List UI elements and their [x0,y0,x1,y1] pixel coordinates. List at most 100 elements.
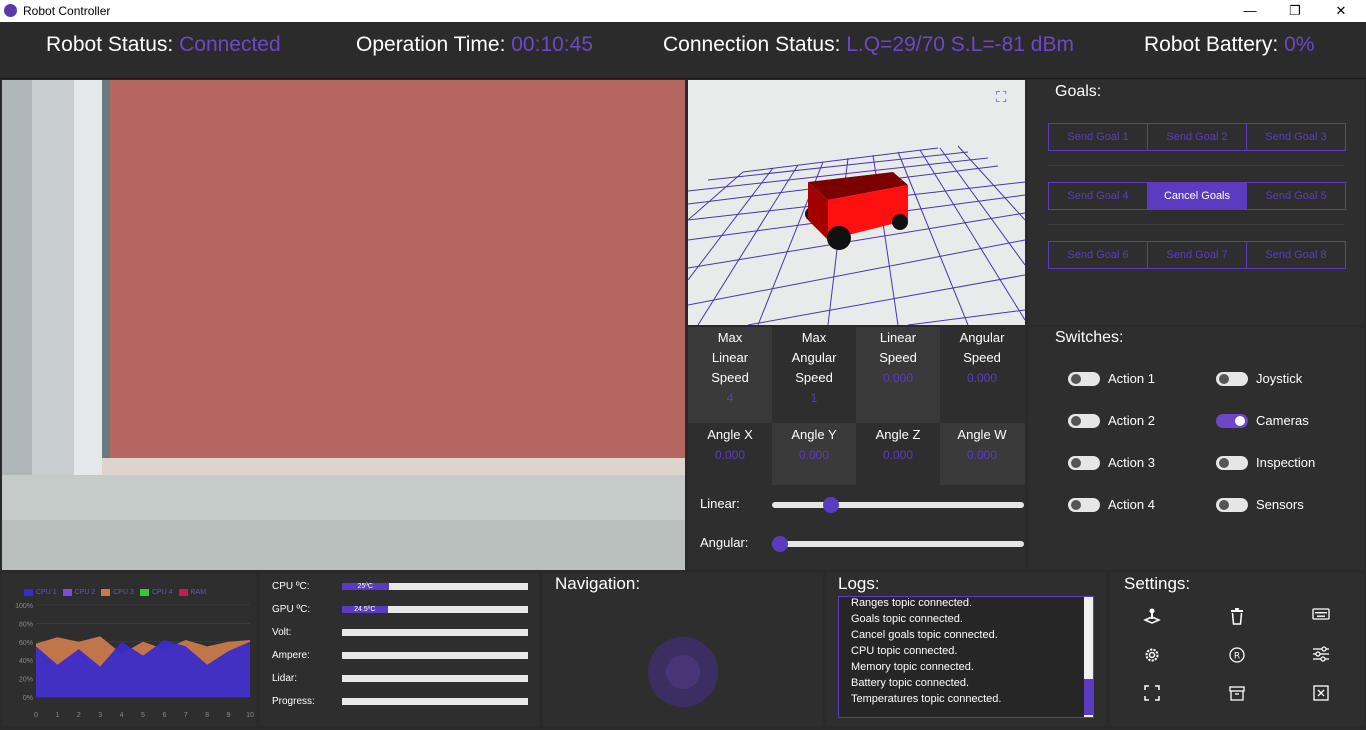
toggle-switch[interactable] [1068,413,1100,428]
send-goal-3-button[interactable]: Send Goal 3 [1247,124,1345,150]
switch-cameras[interactable]: Cameras [1216,413,1309,428]
log-line: Cancel goals topic connected. [851,629,998,641]
maximize-button[interactable]: ❐ [1272,0,1318,22]
window-title: Robot Controller [23,4,111,18]
x-tick-label: 7 [184,712,188,719]
navigation-panel: Navigation: [543,573,823,726]
trash-icon[interactable] [1227,607,1247,627]
settings-title: Settings: [1124,574,1191,593]
x-tick-label: 10 [246,712,254,719]
close-box-icon[interactable] [1311,685,1331,705]
keyboard-icon[interactable] [1311,607,1331,627]
switch-action-3[interactable]: Action 3 [1068,455,1155,470]
operation-time: Operation Time: 00:10:45 [356,33,593,57]
switch-label: Inspection [1256,455,1316,470]
operation-time-label: Operation Time: [356,33,506,56]
send-goal-7-button[interactable]: Send Goal 7 [1148,242,1247,268]
toggle-switch[interactable] [1216,455,1248,470]
progress-label: Progress: [272,696,315,707]
toggle-switch[interactable] [1216,497,1248,512]
send-goal-8-button[interactable]: Send Goal 8 [1247,242,1345,268]
switch-label: Action 2 [1108,413,1155,428]
angle-x: Angle X 0.000 [688,425,772,465]
log-line: Ranges topic connected. [851,597,973,609]
gpu-temp-value: 24.5ºC [342,606,388,613]
robot-status-label: Robot Status: [46,33,174,56]
angular-slider-thumb[interactable] [772,536,788,552]
camera-feed [2,80,685,570]
joystick-knob[interactable] [666,655,700,689]
fullscreen-icon[interactable] [1142,685,1162,705]
usage-chart-panel: CPU 1 CPU 2 CPU 3 CPU 4 RAM 100% 80% 60% 40% 20%… [2,573,256,726]
sliders-icon[interactable] [1311,646,1331,666]
toggle-switch[interactable] [1068,455,1100,470]
log-line: CPU topic connected. [851,645,958,657]
toggle-switch[interactable] [1068,497,1100,512]
switch-sensors[interactable]: Sensors [1216,497,1304,512]
robot-3d-viewer[interactable]: ⛶ [688,80,1025,325]
close-button[interactable]: ✕ [1318,0,1364,22]
switch-action-4[interactable]: Action 4 [1068,497,1155,512]
max-linear-speed-label: Max [717,330,743,345]
gpu-temp-bar: 24.5ºC [342,606,528,613]
ros-icon[interactable]: R [1227,646,1247,666]
max-linear-speed-label: Linear [711,350,749,365]
speed-panel: Max Linear Speed 4 Max Angular Speed 1 L… [688,327,1025,570]
toggle-knob [1071,499,1081,510]
switch-label: Cameras [1256,413,1309,428]
angular-speed-label: Angular [959,330,1005,345]
toggle-switch[interactable] [1216,371,1248,386]
send-goal-4-button[interactable]: Send Goal 4 [1049,183,1148,209]
angle-y-value: 0.000 [798,448,830,462]
divider [1048,224,1344,225]
cpu-temp-value: 25ºC [342,583,389,590]
linear-slider-thumb[interactable] [823,497,840,513]
robot-battery-label: Robot Battery: [1144,33,1279,56]
connection-status-value: L.Q=29/70 S.L=-81 dBm [846,33,1074,56]
logs-scrollbar-thumb[interactable] [1084,679,1093,715]
switch-action-1[interactable]: Action 1 [1068,371,1155,386]
angular-slider-label: Angular: [700,535,749,550]
toggle-switch[interactable] [1216,413,1248,428]
app-icon [4,4,17,17]
send-goal-6-button[interactable]: Send Goal 6 [1049,242,1148,268]
toggle-switch[interactable] [1068,371,1100,386]
goals-row-2: Send Goal 4 Cancel Goals Send Goal 5 [1048,182,1346,210]
expand-icon[interactable]: ⛶ [996,90,1012,106]
volt-bar [342,629,528,636]
logs-scrollbar[interactable] [1084,597,1093,717]
max-angular-speed-label: Speed [795,370,833,385]
cancel-goals-button[interactable]: Cancel Goals [1148,183,1247,209]
logs-list[interactable]: Ranges topic connected. Goals topic conne… [838,596,1094,718]
switch-inspection[interactable]: Inspection [1216,455,1315,470]
log-line: Temperatures topic connected. [851,693,1002,705]
angle-z-label: Angle Z [875,427,921,442]
lidar-bar [342,675,528,682]
angle-x-label: Angle X [707,427,753,442]
linear-slider[interactable] [772,497,1024,513]
send-goal-2-button[interactable]: Send Goal 2 [1148,124,1247,150]
logs-title: Logs: [838,574,880,593]
send-goal-1-button[interactable]: Send Goal 1 [1049,124,1148,150]
switch-label: Action 3 [1108,455,1155,470]
max-angular-speed: Max Angular Speed 1 [772,328,856,408]
linear-slider-label: Linear: [700,496,740,511]
max-linear-speed: Max Linear Speed 4 [688,328,772,408]
settings-panel: Settings: R [1110,573,1364,726]
joystick-base[interactable] [648,637,718,707]
minimize-button[interactable]: — [1227,0,1273,22]
window-titlebar: Robot Controller — ❐ ✕ [0,0,1366,22]
switch-action-2[interactable]: Action 2 [1068,413,1155,428]
switch-joystick[interactable]: Joystick [1216,371,1302,386]
angular-slider[interactable] [772,536,1024,552]
log-line: Goals topic connected. [851,613,963,625]
gear-icon[interactable] [1142,646,1162,666]
switch-label: Action 1 [1108,371,1155,386]
angle-y: Angle Y 0.000 [772,425,856,465]
joystick-icon[interactable] [1142,607,1162,627]
ampere-label: Ampere: [272,650,310,661]
archive-icon[interactable] [1227,685,1247,705]
send-goal-5-button[interactable]: Send Goal 5 [1247,183,1345,209]
goals-title: Goals: [1055,83,1102,100]
toggle-knob [1219,499,1229,510]
